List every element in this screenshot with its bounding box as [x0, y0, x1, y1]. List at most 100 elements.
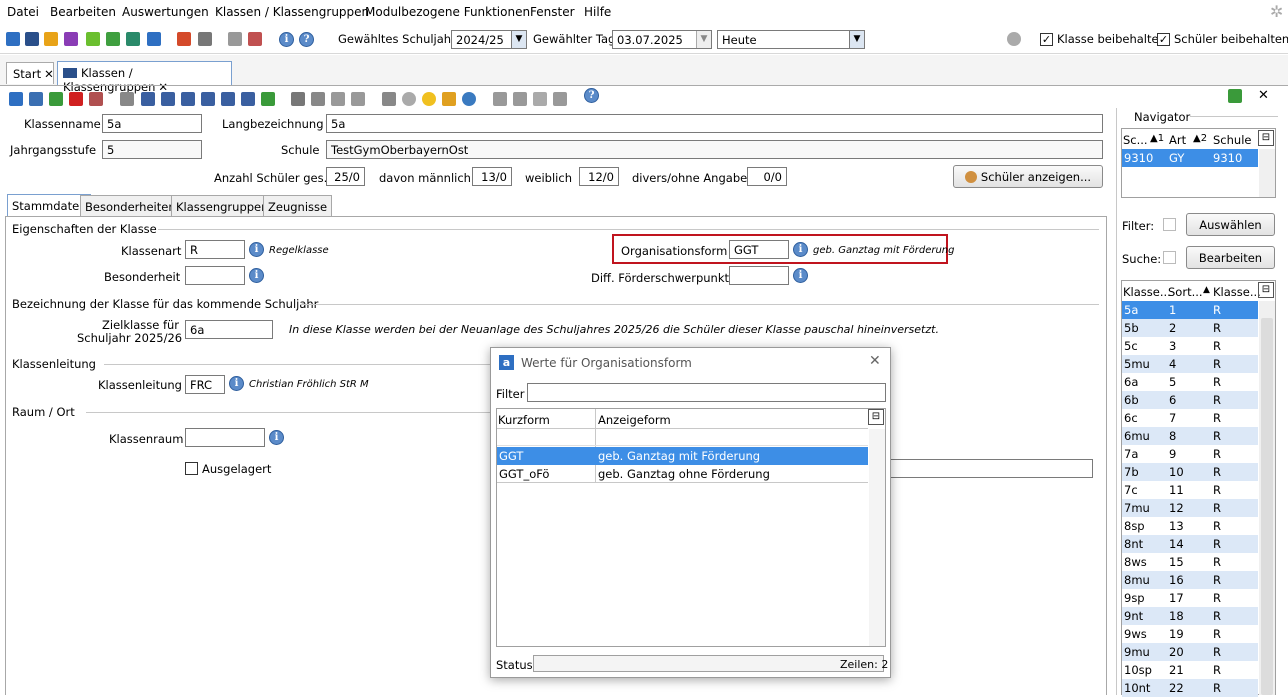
class-row[interactable]: 6mu 8 R — [1122, 427, 1258, 445]
schueler-beibehalten-checkbox[interactable]: ✓ — [1157, 33, 1170, 46]
tab-klassengruppen[interactable]: Klassengruppen — [171, 195, 274, 217]
class-row[interactable]: 5b 2 R — [1122, 319, 1258, 337]
class-row[interactable]: 9ws 19 R — [1122, 625, 1258, 643]
ort-field[interactable] — [880, 459, 1093, 478]
school-row[interactable]: 9310 GY 9310 — [1122, 149, 1258, 167]
tab-start[interactable]: Start ✕ — [6, 62, 54, 84]
calendar-chevron-icon[interactable]: ▼ — [696, 31, 711, 48]
list-icon[interactable] — [106, 32, 120, 46]
tab-stammdaten[interactable]: Stammdaten — [7, 194, 92, 217]
class-row[interactable]: 8ws 15 R — [1122, 553, 1258, 571]
dialog-col-anzeigeform[interactable]: Anzeigeform — [598, 413, 671, 427]
last-icon[interactable] — [241, 92, 255, 106]
suche-checkbox[interactable] — [1163, 251, 1176, 264]
klassenraum-field[interactable] — [185, 428, 265, 447]
langbezeichnung-field[interactable]: 5a — [326, 114, 1103, 133]
close-icon[interactable]: ✕ — [869, 353, 881, 369]
class-row[interactable]: 7c 11 R — [1122, 481, 1258, 499]
orgform-field[interactable]: GGT — [729, 240, 789, 259]
splitter[interactable] — [1116, 108, 1117, 695]
class-row[interactable]: 5a 1 R — [1122, 301, 1258, 319]
column-chooser-icon[interactable]: ⊟ — [1258, 282, 1274, 298]
class-row[interactable]: 5mu 4 R — [1122, 355, 1258, 373]
info-icon[interactable]: i — [229, 376, 244, 391]
undo-icon[interactable] — [49, 92, 63, 106]
book-icon[interactable] — [177, 32, 191, 46]
info-icon[interactable]: i — [249, 242, 264, 257]
schueler-anzeigen-button[interactable]: Schüler anzeigen... — [953, 165, 1103, 188]
tab-klassen[interactable]: Klassen / Klassengruppen ✕ — [57, 61, 232, 94]
table-icon[interactable] — [120, 92, 134, 106]
info-icon[interactable]: i — [269, 430, 284, 445]
menu-hilfe[interactable]: Hilfe — [584, 5, 611, 19]
menu-fenster[interactable]: Fenster — [530, 5, 575, 19]
filter-checkbox[interactable] — [1163, 218, 1176, 231]
foerder-field[interactable] — [729, 266, 789, 285]
column-chooser-icon[interactable]: ⊟ — [1258, 130, 1274, 146]
save-icon[interactable] — [29, 92, 43, 106]
class-col-2[interactable]: Sort... — [1168, 285, 1203, 299]
document-icon[interactable] — [147, 32, 161, 46]
class-row[interactable]: 7mu 12 R — [1122, 499, 1258, 517]
besonderheit-field[interactable] — [185, 266, 245, 285]
class-row[interactable]: 9sp 17 R — [1122, 589, 1258, 607]
chevron-down-icon[interactable]: ▼ — [511, 31, 526, 48]
refresh-icon[interactable] — [261, 92, 275, 106]
disk-icon[interactable] — [402, 92, 416, 106]
dialog-row-empty[interactable] — [497, 429, 868, 446]
dialog-col-kurzform[interactable]: Kurzform — [498, 413, 550, 427]
sync-icon[interactable] — [1228, 89, 1242, 103]
column-chooser-icon[interactable]: ⊟ — [868, 409, 884, 425]
print-preview-icon[interactable] — [89, 92, 103, 106]
heute-select[interactable]: Heute — [717, 30, 865, 49]
klasse-beibehalten-checkbox[interactable]: ✓ — [1040, 33, 1053, 46]
klassenleitung-field[interactable]: FRC — [185, 375, 225, 394]
school-col-schule[interactable]: Schule — [1213, 133, 1251, 147]
users2-icon[interactable] — [513, 92, 527, 106]
paste-icon[interactable] — [351, 92, 365, 106]
next-page-icon[interactable] — [221, 92, 235, 106]
dialog-scrollbar[interactable] — [869, 429, 885, 646]
next-icon[interactable] — [201, 92, 215, 106]
menu-bearbeiten[interactable]: Bearbeiten — [50, 5, 116, 19]
class-row[interactable]: 8sp 13 R — [1122, 517, 1258, 535]
info-icon[interactable]: i — [793, 242, 808, 257]
class-row[interactable]: 9nt 18 R — [1122, 607, 1258, 625]
dialog-row-ggt[interactable]: GGT geb. Ganztag mit Förderung — [497, 447, 868, 465]
first-icon[interactable] — [141, 92, 155, 106]
prev-icon[interactable] — [181, 92, 195, 106]
menu-auswertungen[interactable]: Auswertungen — [122, 5, 209, 19]
new-icon[interactable] — [9, 92, 23, 106]
school-scrollbar[interactable] — [1259, 149, 1275, 197]
class-row[interactable]: 7b 10 R — [1122, 463, 1258, 481]
info-icon[interactable]: i — [279, 32, 294, 47]
people-icon[interactable] — [6, 32, 20, 46]
close-icon[interactable]: ✕ — [44, 67, 54, 81]
class-scrollbar-thumb[interactable] — [1261, 318, 1273, 695]
class-row[interactable]: 5c 3 R — [1122, 337, 1258, 355]
gear-icon[interactable] — [533, 92, 547, 106]
info-icon[interactable]: i — [249, 268, 264, 283]
copy-icon[interactable] — [228, 32, 242, 46]
class-row[interactable]: 6b 6 R — [1122, 391, 1258, 409]
class-col-1[interactable]: Klasse... — [1123, 285, 1171, 299]
tab-zeugnisse[interactable]: Zeugnisse — [263, 195, 333, 217]
teacher-icon[interactable] — [64, 32, 78, 46]
class-row[interactable]: 6c 7 R — [1122, 409, 1258, 427]
class-row[interactable]: 6a 5 R — [1122, 373, 1258, 391]
help-icon[interactable]: ? — [299, 32, 314, 47]
klassenname-field[interactable]: 5a — [102, 114, 202, 133]
chat-icon[interactable] — [86, 32, 100, 46]
help-icon[interactable]: ? — [584, 88, 599, 103]
class-row[interactable]: 10nt 22 R — [1122, 679, 1258, 697]
clock-icon[interactable] — [462, 92, 476, 106]
menu-klassen[interactable]: Klassen / Klassengruppen — [215, 5, 369, 19]
calendar-icon[interactable] — [248, 32, 262, 46]
dialog-filter-input[interactable] — [527, 383, 886, 402]
class-icon[interactable] — [25, 32, 39, 46]
auswaehlen-button[interactable]: Auswählen — [1186, 213, 1275, 236]
school-col-art[interactable]: Art — [1169, 133, 1186, 147]
calculator-icon[interactable] — [198, 32, 212, 46]
menu-datei[interactable]: Datei — [7, 5, 39, 19]
cut-icon[interactable] — [311, 92, 325, 106]
